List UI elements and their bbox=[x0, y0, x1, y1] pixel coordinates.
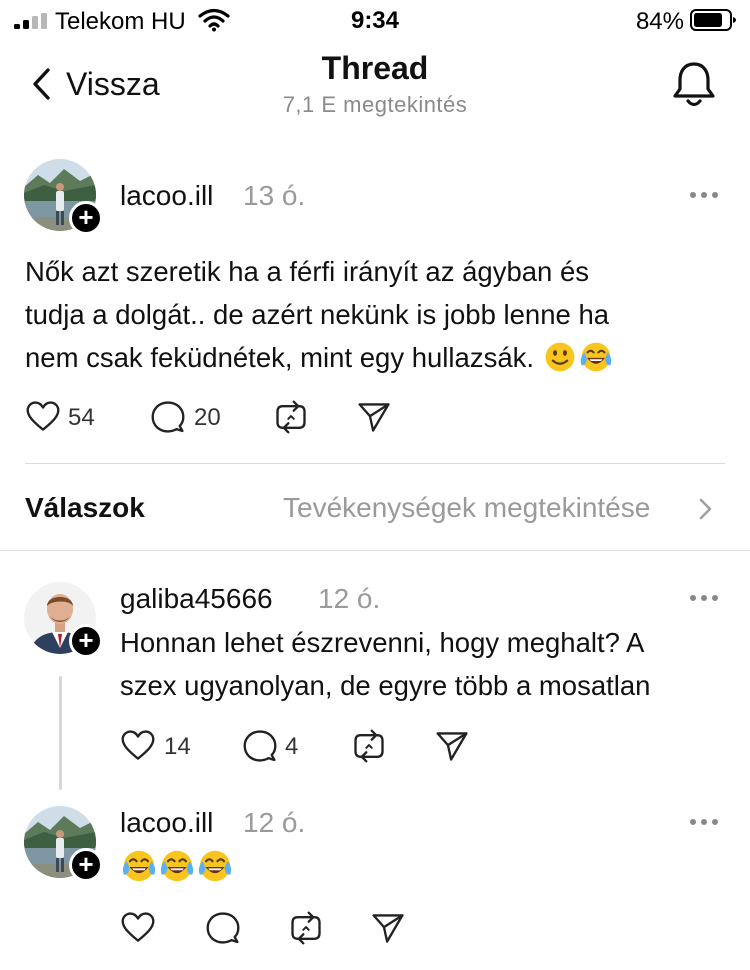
reply-text-line: szex ugyanolyan, de egyre több a mosatla… bbox=[120, 670, 651, 701]
thread-connector bbox=[59, 676, 62, 790]
reply-username[interactable]: lacoo.ill bbox=[120, 807, 213, 839]
view-count: 7,1 E megtekintés bbox=[282, 92, 468, 117]
share-icon[interactable] bbox=[370, 910, 406, 946]
chevron-right-icon bbox=[699, 498, 712, 520]
post-text-line: Nők azt szeretik ha a férfi irányít az á… bbox=[25, 256, 590, 287]
repost-icon[interactable] bbox=[273, 399, 309, 435]
face-with-tears-of-joy-icon bbox=[120, 847, 158, 885]
post-text-line: tudja a dolgát.. de azért nekünk is jobb… bbox=[25, 299, 610, 330]
status-bar: Telekom HU 9:34 84% bbox=[0, 0, 750, 42]
replies-heading: Válaszok bbox=[25, 492, 145, 523]
repost-icon[interactable] bbox=[288, 910, 324, 946]
view-activity-link[interactable]: Tevékenységek megtekintése bbox=[283, 492, 650, 524]
slightly-smiling-face-icon bbox=[542, 339, 578, 375]
comment-count: 4 bbox=[285, 733, 299, 760]
post-text-line: nem csak feküdnétek, mint egy hullazsák. bbox=[25, 336, 614, 379]
face-with-tears-of-joy-icon bbox=[158, 847, 196, 885]
reply-text-line: Honnan lehet észrevenni, hogy meghalt? A bbox=[120, 627, 645, 658]
divider bbox=[25, 463, 725, 464]
battery-percentage: 84% bbox=[635, 8, 684, 35]
post-text-line-3: nem csak feküdnétek, mint egy hullazsák. bbox=[25, 342, 535, 373]
divider bbox=[0, 550, 750, 551]
face-with-tears-of-joy-icon bbox=[196, 847, 234, 885]
share-icon[interactable] bbox=[356, 399, 392, 435]
heart-icon[interactable] bbox=[120, 910, 156, 946]
battery-icon bbox=[690, 9, 736, 31]
follow-plus-icon[interactable]: + bbox=[69, 201, 103, 235]
page-title: Thread bbox=[321, 50, 429, 86]
reply-emoji-row bbox=[120, 845, 234, 888]
reply-username[interactable]: galiba45666 bbox=[120, 583, 273, 615]
reply-time: 12 ó. bbox=[318, 583, 381, 614]
post-username[interactable]: lacoo.ill bbox=[120, 180, 213, 212]
comment-count: 20 bbox=[194, 404, 221, 431]
face-with-tears-of-joy-icon bbox=[578, 339, 614, 375]
comment-icon[interactable] bbox=[205, 910, 241, 946]
share-icon[interactable] bbox=[434, 728, 470, 764]
bell-icon[interactable] bbox=[668, 58, 720, 110]
reply-time: 12 ó. bbox=[243, 807, 306, 838]
more-options-icon[interactable] bbox=[690, 819, 720, 827]
heart-icon[interactable] bbox=[25, 399, 61, 435]
like-count: 14 bbox=[164, 733, 191, 760]
post-time: 13 ó. bbox=[243, 180, 306, 211]
follow-plus-icon[interactable]: + bbox=[69, 848, 103, 882]
like-count: 54 bbox=[68, 404, 95, 431]
more-options-icon[interactable] bbox=[690, 192, 720, 200]
heart-icon[interactable] bbox=[120, 728, 156, 764]
follow-plus-icon[interactable]: + bbox=[69, 624, 103, 658]
more-options-icon[interactable] bbox=[690, 595, 720, 603]
comment-icon[interactable] bbox=[242, 728, 278, 764]
repost-icon[interactable] bbox=[351, 728, 387, 764]
comment-icon[interactable] bbox=[150, 399, 186, 435]
